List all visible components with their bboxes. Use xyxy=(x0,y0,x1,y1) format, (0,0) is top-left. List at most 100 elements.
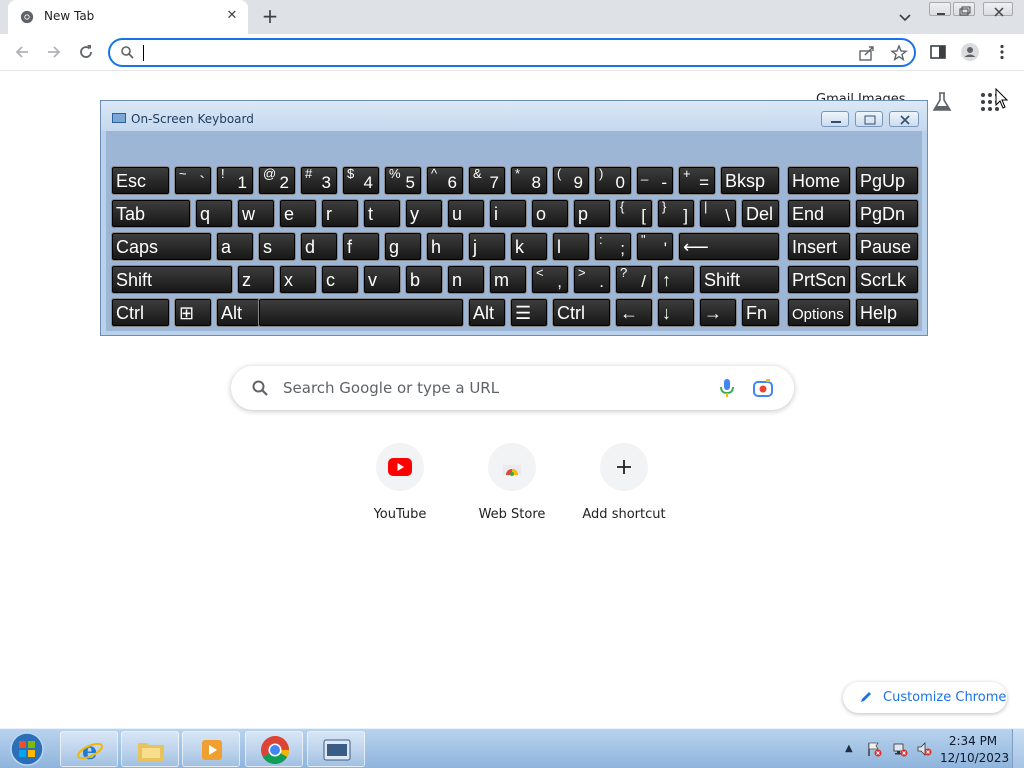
key-\[interactable]: | \ xyxy=(699,199,737,228)
key-7[interactable]: & 7 xyxy=(468,166,506,195)
show-desktop-button[interactable] xyxy=(1012,729,1024,768)
google-search-box[interactable]: Search Google or type a URL xyxy=(231,366,794,410)
key-1[interactable]: ! 1 xyxy=(216,166,254,195)
key-/[interactable]: ? / xyxy=(615,265,653,294)
address-input[interactable] xyxy=(142,43,842,63)
bookmark-star-icon[interactable] xyxy=(890,44,908,62)
tab-new-tab[interactable]: New Tab ✕ xyxy=(8,0,248,34)
key-'[interactable]: " ' xyxy=(636,232,674,261)
key-pause[interactable]: Pause xyxy=(855,232,919,261)
key-d[interactable]: d xyxy=(300,232,338,261)
key-l[interactable]: l xyxy=(552,232,590,261)
key-del[interactable]: Del xyxy=(741,199,780,228)
key-end[interactable]: End xyxy=(787,199,851,228)
key-esc[interactable]: Esc xyxy=(111,166,170,195)
share-icon[interactable] xyxy=(858,44,876,62)
key-c[interactable]: c xyxy=(321,265,359,294)
key-[interactable]: ⟵ xyxy=(678,232,780,261)
key-j[interactable]: j xyxy=(468,232,506,261)
chrome-labs-flask-icon[interactable] xyxy=(930,90,954,114)
side-panel-icon[interactable] xyxy=(928,42,948,62)
taskbar-internet-explorer[interactable]: e xyxy=(60,731,118,767)
key-pgup[interactable]: PgUp xyxy=(855,166,919,195)
key-z[interactable]: z xyxy=(237,265,275,294)
key-p[interactable]: p xyxy=(573,199,611,228)
key-t[interactable]: t xyxy=(363,199,401,228)
key-m[interactable]: m xyxy=(489,265,527,294)
key-options[interactable]: Options xyxy=(787,298,851,327)
key-i[interactable]: i xyxy=(489,199,527,228)
key-a[interactable]: a xyxy=(216,232,254,261)
key-[interactable]: ← xyxy=(615,298,653,327)
key-4[interactable]: $4 xyxy=(342,166,380,195)
key-[interactable]: ⊞ xyxy=(174,298,212,327)
tab-search-chevron-icon[interactable] xyxy=(896,8,914,26)
key-w[interactable]: w xyxy=(237,199,275,228)
key-3[interactable]: #3 xyxy=(300,166,338,195)
tab-close-icon[interactable]: ✕ xyxy=(224,8,240,24)
key-shift[interactable]: Shift xyxy=(699,265,780,294)
key-space[interactable] xyxy=(258,298,464,327)
window-close-button[interactable] xyxy=(983,2,1013,17)
key-h[interactable]: h xyxy=(426,232,464,261)
kebab-menu-icon[interactable] xyxy=(992,42,1012,62)
key-pgdn[interactable]: PgDn xyxy=(855,199,919,228)
voice-search-mic-icon[interactable] xyxy=(717,377,737,399)
key-tab[interactable]: Tab xyxy=(111,199,191,228)
key-.[interactable]: >. xyxy=(573,265,611,294)
key-q[interactable]: q xyxy=(195,199,233,228)
key-help[interactable]: Help xyxy=(855,298,919,327)
key-0[interactable]: ) 0 xyxy=(594,166,632,195)
key-[interactable]: ☰ xyxy=(510,298,548,327)
profile-avatar-icon[interactable] xyxy=(960,42,980,62)
key-x[interactable]: x xyxy=(279,265,317,294)
key-8[interactable]: * 8 xyxy=(510,166,548,195)
show-hidden-icons-arrow[interactable]: ▲ xyxy=(845,743,853,754)
reload-icon[interactable] xyxy=(76,42,96,62)
clock-date[interactable]: 12/10/2023 xyxy=(940,751,1009,765)
key-b[interactable]: b xyxy=(405,265,443,294)
taskbar-on-screen-keyboard[interactable] xyxy=(307,731,365,767)
key-,[interactable]: <, xyxy=(531,265,569,294)
key-y[interactable]: y xyxy=(405,199,443,228)
volume-muted-icon[interactable] xyxy=(916,741,932,757)
key-[interactable]: → xyxy=(699,298,737,327)
key-6[interactable]: ^ 6 xyxy=(426,166,464,195)
google-lens-camera-icon[interactable] xyxy=(752,377,774,399)
key-caps[interactable]: Caps xyxy=(111,232,212,261)
key-v[interactable]: v xyxy=(363,265,401,294)
key-insert[interactable]: Insert xyxy=(787,232,851,261)
key-bksp[interactable]: Bksp xyxy=(720,166,780,195)
key-k[interactable]: k xyxy=(510,232,548,261)
key-g[interactable]: g xyxy=(384,232,422,261)
key-ctrl[interactable]: Ctrl xyxy=(552,298,611,327)
key-prtscn[interactable]: PrtScn xyxy=(787,265,851,294)
key-scrlk[interactable]: ScrLk xyxy=(855,265,919,294)
key-=[interactable]: + = xyxy=(678,166,716,195)
key-;[interactable]: :; xyxy=(594,232,632,261)
clock-time[interactable]: 2:34 PM xyxy=(940,734,1006,748)
key-[interactable]: ↑ xyxy=(657,265,695,294)
key-alt[interactable]: Alt xyxy=(216,298,260,327)
key-2[interactable]: @2 xyxy=(258,166,296,195)
key-[interactable]: ↓ xyxy=(657,298,695,327)
key-][interactable]: }] xyxy=(657,199,695,228)
key-5[interactable]: % 5 xyxy=(384,166,422,195)
shortcut-web-store[interactable]: Web Store xyxy=(456,443,568,533)
key-s[interactable]: s xyxy=(258,232,296,261)
osk-maximize-button[interactable] xyxy=(855,111,883,127)
window-minimize-button[interactable] xyxy=(929,2,951,16)
back-arrow-icon[interactable] xyxy=(12,42,32,62)
customize-chrome-button[interactable]: Customize Chrome xyxy=(843,682,1007,713)
key-n[interactable]: n xyxy=(447,265,485,294)
key-home[interactable]: Home xyxy=(787,166,851,195)
key-shift[interactable]: Shift xyxy=(111,265,233,294)
taskbar-file-explorer[interactable] xyxy=(121,731,179,767)
key-e[interactable]: e xyxy=(279,199,317,228)
network-icon[interactable] xyxy=(892,741,908,757)
key-[[interactable]: {[ xyxy=(615,199,653,228)
key-r[interactable]: r xyxy=(321,199,359,228)
forward-arrow-icon[interactable] xyxy=(44,42,64,62)
osk-titlebar[interactable]: On-Screen Keyboard xyxy=(101,101,927,131)
windows-start-orb-icon[interactable] xyxy=(4,730,50,768)
